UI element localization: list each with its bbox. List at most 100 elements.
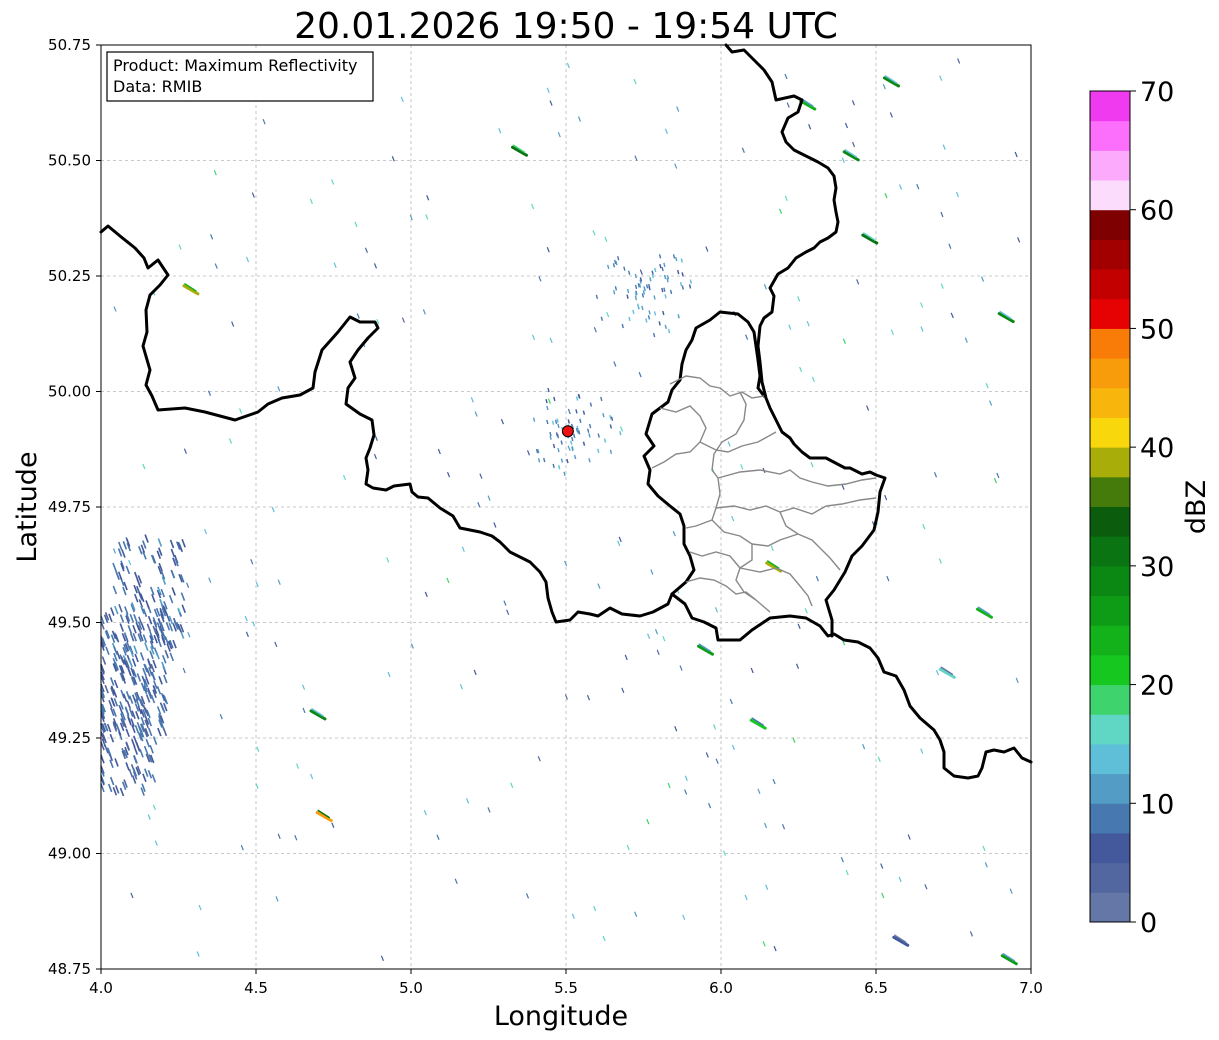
x-tick-label: 7.0 bbox=[1019, 979, 1043, 997]
colorbar-tick-label: 20 bbox=[1140, 671, 1174, 702]
echo-pixel bbox=[664, 324, 667, 330]
colorbar-segment bbox=[1090, 714, 1130, 745]
colorbar-segment bbox=[1090, 892, 1130, 923]
echo-pixel bbox=[573, 454, 577, 460]
x-tick-label: 6.0 bbox=[709, 979, 733, 997]
colorbar: 0 10 20 30 40 50 60 70 bbox=[1089, 77, 1174, 939]
colorbar-segment bbox=[1090, 417, 1130, 448]
echo-pixel bbox=[549, 431, 552, 437]
colorbar-segment bbox=[1090, 120, 1130, 151]
info-product: Product: Maximum Reflectivity bbox=[113, 56, 357, 75]
echo-pixel bbox=[649, 277, 652, 282]
radar-site-marker bbox=[561, 425, 574, 438]
colorbar-segment bbox=[1090, 239, 1130, 270]
echo-pixel bbox=[560, 458, 564, 463]
echo-pixel bbox=[560, 440, 563, 445]
y-axis-label: Latitude bbox=[12, 451, 43, 562]
echo-pixel bbox=[557, 464, 561, 470]
echo-pixel bbox=[612, 263, 616, 268]
echo-pixel bbox=[688, 284, 692, 289]
echo-pixel bbox=[653, 311, 657, 316]
echo-pixel bbox=[610, 416, 614, 421]
y-axis-ticks: 48.75 49.00 49.25 49.50 49.75 50.00 50.25 50.50… bbox=[48, 36, 101, 978]
echo-pixel bbox=[609, 424, 613, 429]
echo-pixel bbox=[582, 410, 586, 415]
echo-pixel bbox=[675, 256, 678, 262]
colorbar-segment bbox=[1090, 209, 1130, 240]
echo-pixel bbox=[537, 458, 541, 463]
echo-pixel bbox=[554, 419, 558, 425]
echo-pixel bbox=[643, 286, 646, 292]
echo-pixel bbox=[597, 448, 600, 454]
echo-pixel bbox=[582, 441, 586, 446]
echo-pixel bbox=[662, 310, 665, 316]
echo-pixel bbox=[588, 423, 592, 429]
x-tick-label: 4.5 bbox=[244, 979, 268, 997]
echo-pixel bbox=[639, 277, 643, 282]
y-tick-label: 50.25 bbox=[48, 267, 91, 285]
echo-pixel bbox=[567, 419, 570, 424]
colorbar-segment bbox=[1090, 506, 1130, 537]
echo-pixel bbox=[553, 396, 556, 402]
echo-pixel bbox=[619, 431, 622, 436]
echo-pixel bbox=[571, 436, 574, 442]
echo-pixel bbox=[552, 463, 555, 469]
echo-pixel bbox=[551, 420, 555, 425]
colorbar-segment bbox=[1090, 358, 1130, 389]
echo-pixel bbox=[627, 270, 631, 275]
colorbar-segment bbox=[1090, 773, 1130, 804]
echo-pixel bbox=[632, 309, 635, 315]
echo-pixel bbox=[557, 447, 560, 453]
echo-pixel bbox=[575, 409, 578, 414]
echo-pixel bbox=[638, 283, 642, 288]
echo-pixel bbox=[636, 303, 640, 308]
echo-pixel bbox=[607, 264, 610, 270]
echo-pixel bbox=[659, 263, 662, 269]
x-tick-label: 6.5 bbox=[864, 979, 888, 997]
x-tick-label: 4.0 bbox=[89, 979, 113, 997]
y-tick-label: 49.50 bbox=[48, 614, 91, 632]
echo-pixel bbox=[609, 414, 612, 420]
echo-pixel bbox=[626, 294, 629, 299]
colorbar-segment bbox=[1090, 298, 1130, 329]
colorbar-segment bbox=[1090, 565, 1130, 597]
echo-pixel bbox=[669, 289, 673, 295]
echo-pixel bbox=[595, 294, 599, 299]
echo-pixel bbox=[663, 274, 667, 280]
colorbar-segment bbox=[1090, 91, 1130, 122]
echo-pixel bbox=[679, 281, 683, 287]
colorbar-segment bbox=[1090, 862, 1130, 893]
echo-pixel bbox=[661, 287, 664, 293]
echo-pixel bbox=[546, 419, 549, 425]
echo-pixel bbox=[648, 310, 651, 315]
colorbar-tick-label: 60 bbox=[1140, 196, 1174, 227]
echo-pixel bbox=[603, 438, 607, 443]
y-tick-label: 49.75 bbox=[48, 498, 91, 516]
echo-pixel bbox=[600, 396, 603, 402]
echo-pixel bbox=[589, 402, 593, 407]
echo-pixel bbox=[617, 255, 620, 261]
echo-pixel bbox=[575, 396, 579, 401]
echo-pixel bbox=[623, 266, 626, 271]
info-data-source: Data: RMIB bbox=[113, 77, 202, 96]
echo-pixel bbox=[545, 398, 548, 404]
echo-pixel bbox=[543, 457, 546, 463]
colorbar-segment bbox=[1090, 684, 1130, 715]
echo-pixel bbox=[549, 435, 552, 440]
echo-pixel bbox=[609, 449, 613, 454]
colorbar-segment bbox=[1090, 447, 1130, 478]
echo-pixel bbox=[647, 315, 651, 320]
echo-pixel bbox=[677, 269, 680, 275]
echo-pixel bbox=[587, 428, 590, 433]
colorbar-segment bbox=[1090, 536, 1130, 567]
echo-pixel bbox=[648, 285, 651, 291]
echo-pixel bbox=[556, 418, 559, 423]
echo-pixel bbox=[658, 254, 662, 259]
echo-pixel bbox=[532, 417, 536, 422]
echo-pixel bbox=[677, 314, 680, 319]
echo-pixel bbox=[681, 285, 684, 290]
map-axes: Product: Maximum Reflectivity Data: RMIB bbox=[99, 43, 1033, 970]
echo-pixel bbox=[634, 284, 638, 290]
echo-pixel bbox=[597, 433, 600, 438]
colorbar-segment bbox=[1090, 387, 1130, 418]
